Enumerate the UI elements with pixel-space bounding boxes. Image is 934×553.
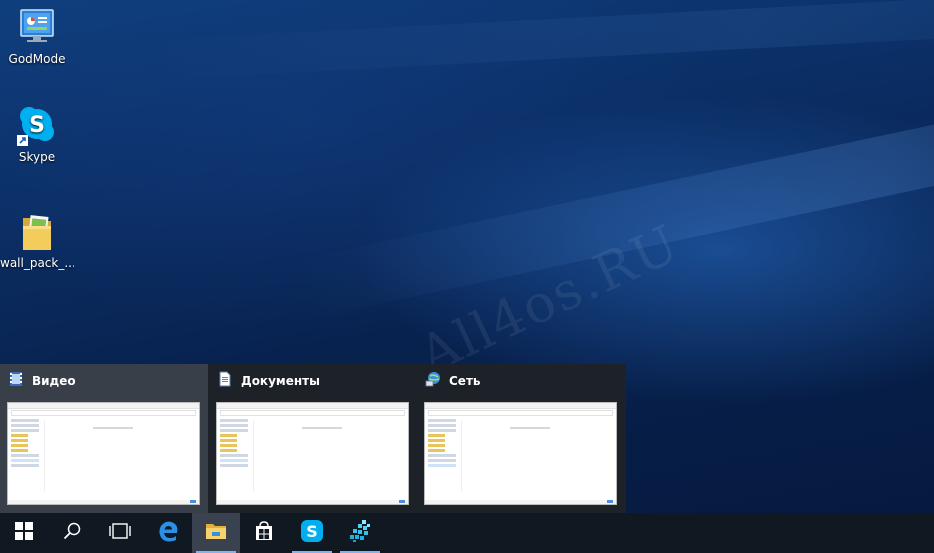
folder-icon: [15, 210, 59, 254]
taskbar: S: [0, 513, 934, 553]
thumbnail-window-videos[interactable]: Видео: [0, 364, 208, 513]
search-button[interactable]: [48, 513, 96, 553]
desktop-icon-wallpack[interactable]: wall_pack_...: [0, 210, 74, 270]
taskbar-thumbnail-flyout: Видео Документы Сеть: [0, 364, 626, 513]
thumbnail-title: Сеть: [449, 374, 481, 388]
svg-text:S: S: [306, 522, 318, 541]
skype-icon: S: [300, 519, 324, 547]
app-tiles-icon: [348, 519, 372, 547]
thumbnail-window-network[interactable]: Сеть: [417, 364, 625, 513]
taskbar-edge-button[interactable]: [144, 513, 192, 553]
taskbar-app-button[interactable]: [336, 513, 384, 553]
search-icon: [63, 522, 81, 544]
network-icon: [425, 371, 441, 391]
wallpaper-light-beam: [148, 0, 934, 80]
thumbnail-window-documents[interactable]: Документы: [209, 364, 417, 513]
thumbnail-preview: [7, 402, 200, 505]
task-view-icon: [109, 522, 131, 544]
task-view-button[interactable]: [96, 513, 144, 553]
thumbnail-preview: [216, 402, 409, 505]
store-icon: [254, 521, 274, 545]
desktop-icon-godmode[interactable]: GodMode: [0, 6, 74, 66]
videos-folder-icon: [8, 371, 24, 391]
windows-logo-icon: [15, 522, 33, 544]
skype-icon: S: [15, 104, 59, 148]
documents-folder-icon: [217, 371, 233, 391]
thumbnail-preview: [424, 402, 617, 505]
thumbnail-title: Документы: [241, 374, 320, 388]
taskbar-store-button[interactable]: [240, 513, 288, 553]
desktop-icon-label: wall_pack_...: [0, 256, 74, 270]
taskbar-skype-button[interactable]: S: [288, 513, 336, 553]
edge-icon: [157, 520, 179, 546]
file-explorer-icon: [205, 521, 227, 545]
svg-text:S: S: [29, 113, 45, 138]
taskbar-file-explorer-button[interactable]: [192, 513, 240, 553]
desktop-icon-skype[interactable]: S Skype: [0, 104, 74, 164]
start-button[interactable]: [0, 513, 48, 553]
desktop-icon-label: GodMode: [8, 52, 66, 66]
desktop-icon-label: Skype: [18, 150, 56, 164]
control-panel-icon: [15, 6, 59, 50]
thumbnail-title: Видео: [32, 374, 76, 388]
